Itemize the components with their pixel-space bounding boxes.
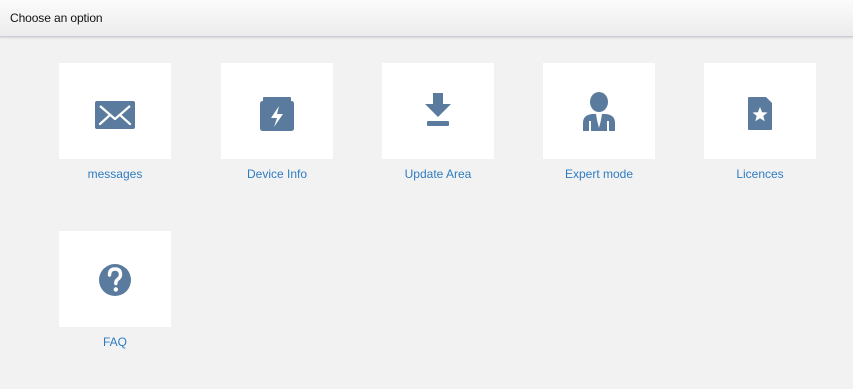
options-panel: Choose an option messages Device Info Up… — [0, 0, 853, 389]
option-tile-expert-mode[interactable]: Expert mode — [543, 63, 655, 205]
star-document-icon — [748, 97, 772, 130]
download-icon — [425, 93, 451, 126]
option-label[interactable]: Device Info — [201, 167, 353, 181]
option-tile-device-info[interactable]: Device Info — [221, 63, 333, 205]
question-circle-icon — [99, 264, 131, 296]
envelope-icon — [95, 101, 135, 129]
option-tile-messages[interactable]: messages — [59, 63, 171, 205]
battery-charge-icon — [260, 97, 294, 131]
option-label[interactable]: Licences — [684, 167, 836, 181]
page-title: Choose an option — [10, 11, 103, 25]
option-tile-licences[interactable]: Licences — [704, 63, 816, 205]
user-tie-icon — [583, 92, 615, 131]
option-label[interactable]: Expert mode — [523, 167, 675, 181]
option-tile-faq[interactable]: FAQ — [59, 231, 171, 373]
option-label[interactable]: Update Area — [362, 167, 514, 181]
option-label[interactable]: messages — [39, 167, 191, 181]
option-label[interactable]: FAQ — [39, 335, 191, 349]
panel-header: Choose an option — [0, 0, 853, 37]
option-tile-update-area[interactable]: Update Area — [382, 63, 494, 205]
